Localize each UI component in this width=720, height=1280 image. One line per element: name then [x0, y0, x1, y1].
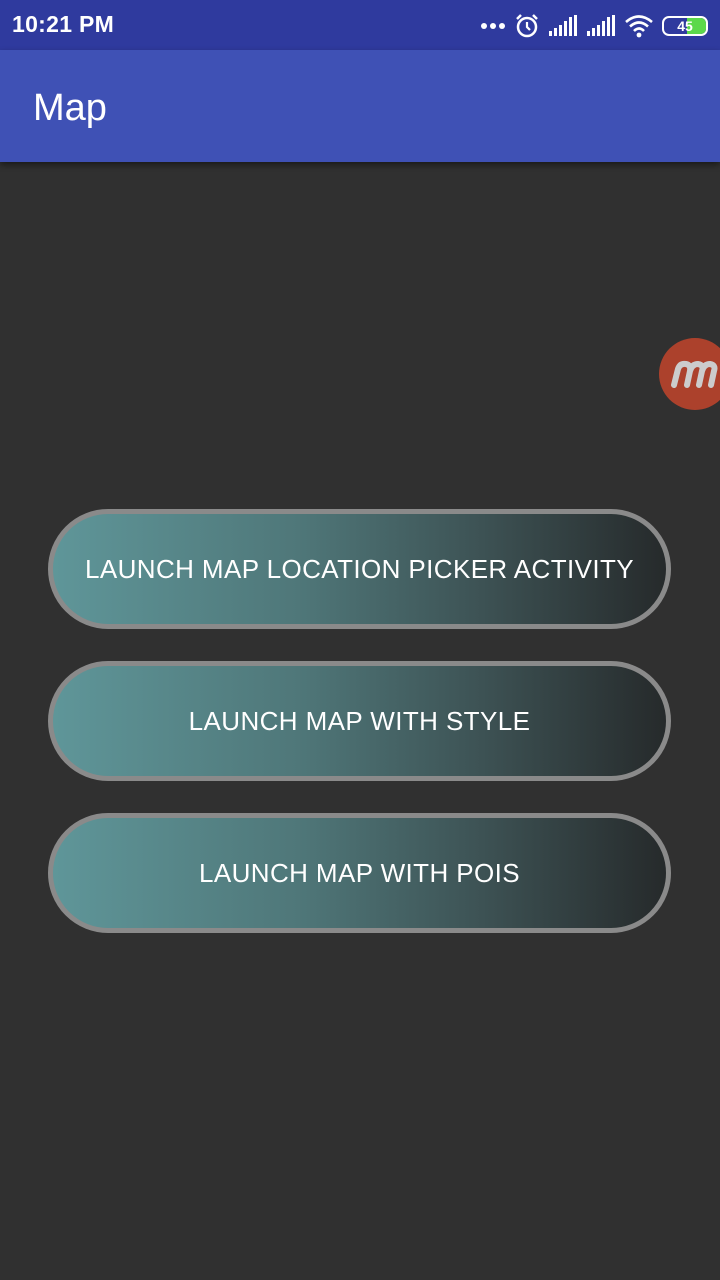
m-logo-icon: [671, 360, 718, 388]
app-bar: Map: [0, 50, 720, 162]
alarm-icon: [514, 13, 540, 39]
battery-icon: 45: [662, 16, 708, 36]
signal-icon: [548, 15, 578, 37]
page-title: Map: [33, 87, 107, 129]
wifi-icon: [624, 14, 654, 38]
status-icons: 45: [480, 11, 708, 41]
signal-icon: [586, 15, 616, 37]
launch-location-picker-button[interactable]: LAUNCH MAP LOCATION PICKER ACTIVITY: [48, 509, 671, 629]
more-dots-icon: [480, 21, 506, 31]
launch-map-with-style-button[interactable]: LAUNCH MAP WITH STYLE: [48, 661, 671, 781]
launch-map-with-pois-button[interactable]: LAUNCH MAP WITH POIS: [48, 813, 671, 933]
battery-level: 45: [677, 18, 693, 34]
status-bar: 10:21 PM 45: [0, 0, 720, 50]
status-time: 10:21 PM: [12, 11, 115, 37]
